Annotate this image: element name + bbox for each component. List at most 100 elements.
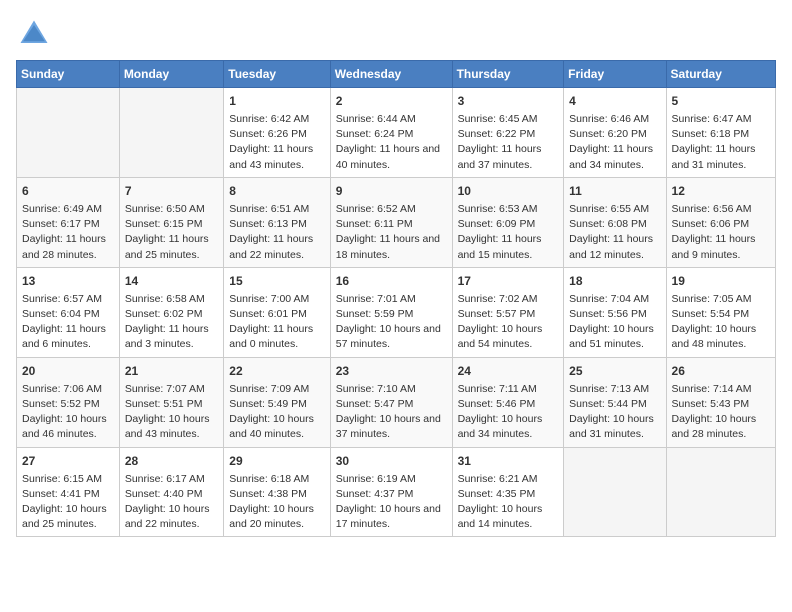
day-number: 1 <box>229 92 324 110</box>
day-number: 15 <box>229 272 324 290</box>
calendar-cell: 15 Sunrise: 7:00 AM Sunset: 6:01 PM Dayli… <box>224 267 330 357</box>
day-content: Sunrise: 6:51 AM Sunset: 6:13 PM Dayligh… <box>229 202 324 263</box>
day-content: Sunrise: 7:10 AM Sunset: 5:47 PM Dayligh… <box>336 382 447 443</box>
calendar-cell: 17 Sunrise: 7:02 AM Sunset: 5:57 PM Dayli… <box>452 267 564 357</box>
day-header-saturday: Saturday <box>666 61 775 88</box>
calendar-cell: 25 Sunrise: 7:13 AM Sunset: 5:44 PM Dayli… <box>564 357 666 447</box>
calendar-cell: 13Sunrise: 6:57 AM Sunset: 6:04 PM Dayli… <box>17 267 120 357</box>
day-number: 5 <box>672 92 770 110</box>
calendar-cell: 12 Sunrise: 6:56 AM Sunset: 6:06 PM Dayli… <box>666 177 775 267</box>
day-content: Sunrise: 7:04 AM Sunset: 5:56 PM Dayligh… <box>569 292 660 353</box>
day-content: Sunrise: 6:57 AM Sunset: 6:04 PM Dayligh… <box>22 292 114 353</box>
calendar-cell: 3 Sunrise: 6:45 AM Sunset: 6:22 PM Daylig… <box>452 88 564 178</box>
calendar-cell <box>17 88 120 178</box>
day-content: Sunrise: 6:44 AM Sunset: 6:24 PM Dayligh… <box>336 112 447 173</box>
day-content: Sunrise: 6:49 AM Sunset: 6:17 PM Dayligh… <box>22 202 114 263</box>
day-number: 7 <box>125 182 218 200</box>
day-number: 30 <box>336 452 447 470</box>
day-number: 21 <box>125 362 218 380</box>
day-content: Sunrise: 6:53 AM Sunset: 6:09 PM Dayligh… <box>458 202 559 263</box>
day-number: 29 <box>229 452 324 470</box>
day-number: 27 <box>22 452 114 470</box>
day-content: Sunrise: 6:50 AM Sunset: 6:15 PM Dayligh… <box>125 202 218 263</box>
day-number: 26 <box>672 362 770 380</box>
day-content: Sunrise: 6:55 AM Sunset: 6:08 PM Dayligh… <box>569 202 660 263</box>
day-content: Sunrise: 6:15 AM Sunset: 4:41 PM Dayligh… <box>22 472 114 533</box>
day-number: 9 <box>336 182 447 200</box>
day-number: 14 <box>125 272 218 290</box>
calendar-week-3: 13Sunrise: 6:57 AM Sunset: 6:04 PM Dayli… <box>17 267 776 357</box>
calendar-cell: 11 Sunrise: 6:55 AM Sunset: 6:08 PM Dayli… <box>564 177 666 267</box>
calendar-cell: 19Sunrise: 7:05 AM Sunset: 5:54 PM Dayli… <box>666 267 775 357</box>
day-number: 23 <box>336 362 447 380</box>
calendar-cell: 7 Sunrise: 6:50 AM Sunset: 6:15 PM Daylig… <box>119 177 223 267</box>
calendar-cell <box>119 88 223 178</box>
day-content: Sunrise: 6:18 AM Sunset: 4:38 PM Dayligh… <box>229 472 324 533</box>
day-number: 25 <box>569 362 660 380</box>
day-number: 11 <box>569 182 660 200</box>
logo <box>16 16 56 52</box>
day-content: Sunrise: 7:09 AM Sunset: 5:49 PM Dayligh… <box>229 382 324 443</box>
calendar-cell: 4Sunrise: 6:46 AM Sunset: 6:20 PM Daylig… <box>564 88 666 178</box>
day-number: 31 <box>458 452 559 470</box>
calendar-week-1: 1 Sunrise: 6:42 AM Sunset: 6:26 PM Daylig… <box>17 88 776 178</box>
calendar-table: SundayMondayTuesdayWednesdayThursdayFrid… <box>16 60 776 537</box>
day-content: Sunrise: 6:19 AM Sunset: 4:37 PM Dayligh… <box>336 472 447 533</box>
calendar-cell: 27 Sunrise: 6:15 AM Sunset: 4:41 PM Dayli… <box>17 447 120 537</box>
day-number: 10 <box>458 182 559 200</box>
day-content: Sunrise: 6:17 AM Sunset: 4:40 PM Dayligh… <box>125 472 218 533</box>
calendar-cell: 16 Sunrise: 7:01 AM Sunset: 5:59 PM Dayli… <box>330 267 452 357</box>
calendar-cell: 2 Sunrise: 6:44 AM Sunset: 6:24 PM Daylig… <box>330 88 452 178</box>
day-content: Sunrise: 7:00 AM Sunset: 6:01 PM Dayligh… <box>229 292 324 353</box>
day-number: 24 <box>458 362 559 380</box>
day-number: 18 <box>569 272 660 290</box>
day-header-wednesday: Wednesday <box>330 61 452 88</box>
calendar-cell: 28 Sunrise: 6:17 AM Sunset: 4:40 PM Dayli… <box>119 447 223 537</box>
calendar-body: 1 Sunrise: 6:42 AM Sunset: 6:26 PM Daylig… <box>17 88 776 537</box>
calendar-cell <box>666 447 775 537</box>
day-number: 3 <box>458 92 559 110</box>
day-content: Sunrise: 6:42 AM Sunset: 6:26 PM Dayligh… <box>229 112 324 173</box>
day-number: 20 <box>22 362 114 380</box>
day-number: 2 <box>336 92 447 110</box>
calendar-cell: 9Sunrise: 6:52 AM Sunset: 6:11 PM Daylig… <box>330 177 452 267</box>
calendar-cell: 21 Sunrise: 7:07 AM Sunset: 5:51 PM Dayli… <box>119 357 223 447</box>
day-content: Sunrise: 7:14 AM Sunset: 5:43 PM Dayligh… <box>672 382 770 443</box>
calendar-cell: 23 Sunrise: 7:10 AM Sunset: 5:47 PM Dayli… <box>330 357 452 447</box>
day-number: 22 <box>229 362 324 380</box>
day-number: 19 <box>672 272 770 290</box>
day-content: Sunrise: 7:11 AM Sunset: 5:46 PM Dayligh… <box>458 382 559 443</box>
calendar-cell: 6 Sunrise: 6:49 AM Sunset: 6:17 PM Daylig… <box>17 177 120 267</box>
day-content: Sunrise: 7:02 AM Sunset: 5:57 PM Dayligh… <box>458 292 559 353</box>
day-number: 8 <box>229 182 324 200</box>
logo-icon <box>16 16 52 52</box>
calendar-week-5: 27 Sunrise: 6:15 AM Sunset: 4:41 PM Dayli… <box>17 447 776 537</box>
day-number: 17 <box>458 272 559 290</box>
day-number: 6 <box>22 182 114 200</box>
calendar-cell: 24 Sunrise: 7:11 AM Sunset: 5:46 PM Dayli… <box>452 357 564 447</box>
calendar-cell: 10 Sunrise: 6:53 AM Sunset: 6:09 PM Dayli… <box>452 177 564 267</box>
day-number: 16 <box>336 272 447 290</box>
calendar-cell: 8 Sunrise: 6:51 AM Sunset: 6:13 PM Daylig… <box>224 177 330 267</box>
day-content: Sunrise: 6:56 AM Sunset: 6:06 PM Dayligh… <box>672 202 770 263</box>
calendar-cell: 20 Sunrise: 7:06 AM Sunset: 5:52 PM Dayli… <box>17 357 120 447</box>
day-content: Sunrise: 7:06 AM Sunset: 5:52 PM Dayligh… <box>22 382 114 443</box>
day-content: Sunrise: 6:21 AM Sunset: 4:35 PM Dayligh… <box>458 472 559 533</box>
calendar-cell: 31 Sunrise: 6:21 AM Sunset: 4:35 PM Dayli… <box>452 447 564 537</box>
day-number: 28 <box>125 452 218 470</box>
day-number: 4 <box>569 92 660 110</box>
calendar-header: SundayMondayTuesdayWednesdayThursdayFrid… <box>17 61 776 88</box>
calendar-cell: 22 Sunrise: 7:09 AM Sunset: 5:49 PM Dayli… <box>224 357 330 447</box>
day-content: Sunrise: 7:13 AM Sunset: 5:44 PM Dayligh… <box>569 382 660 443</box>
day-header-sunday: Sunday <box>17 61 120 88</box>
calendar-cell: 14Sunrise: 6:58 AM Sunset: 6:02 PM Dayli… <box>119 267 223 357</box>
day-number: 12 <box>672 182 770 200</box>
day-header-monday: Monday <box>119 61 223 88</box>
day-content: Sunrise: 7:07 AM Sunset: 5:51 PM Dayligh… <box>125 382 218 443</box>
calendar-cell: 30 Sunrise: 6:19 AM Sunset: 4:37 PM Dayli… <box>330 447 452 537</box>
day-content: Sunrise: 7:01 AM Sunset: 5:59 PM Dayligh… <box>336 292 447 353</box>
day-content: Sunrise: 6:45 AM Sunset: 6:22 PM Dayligh… <box>458 112 559 173</box>
calendar-cell: 26 Sunrise: 7:14 AM Sunset: 5:43 PM Dayli… <box>666 357 775 447</box>
calendar-cell: 1 Sunrise: 6:42 AM Sunset: 6:26 PM Daylig… <box>224 88 330 178</box>
day-header-friday: Friday <box>564 61 666 88</box>
